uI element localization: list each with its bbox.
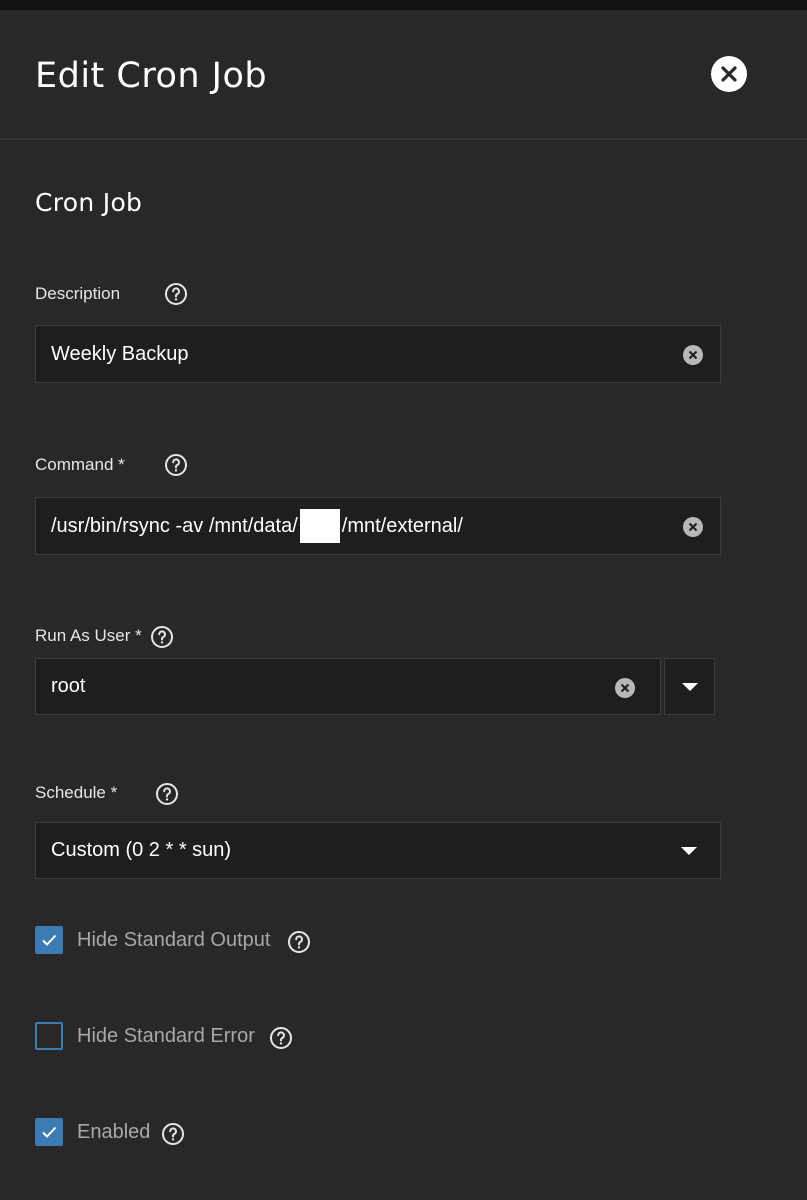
run-as-user-dropdown-button[interactable] [664, 658, 715, 715]
enabled-checkbox[interactable] [35, 1118, 63, 1146]
description-value: Weekly Backup [51, 342, 189, 365]
hide-stdout-label: Hide Standard Output [77, 929, 271, 951]
help-icon[interactable] [164, 453, 188, 477]
close-button[interactable] [711, 56, 747, 92]
close-icon [721, 66, 737, 82]
clear-icon[interactable] [683, 345, 703, 365]
run-as-user-value: root [51, 675, 86, 697]
help-icon[interactable] [161, 1122, 185, 1146]
command-value: /usr/bin/rsync -av /mnt/data/ /mnt/extern… [51, 498, 463, 554]
page-title: Edit Cron Job [35, 56, 268, 96]
enabled-label: Enabled [77, 1121, 151, 1143]
hide-stdout-checkbox[interactable] [35, 926, 63, 954]
hide-stderr-label: Hide Standard Error [77, 1025, 255, 1047]
check-icon [42, 1126, 57, 1138]
clear-icon[interactable] [615, 678, 635, 698]
command-value-start: /usr/bin/rsync -av /mnt/data/ [51, 514, 298, 537]
run-as-user-input[interactable]: root [35, 658, 661, 715]
command-label: Command * [35, 455, 125, 474]
help-icon[interactable] [287, 930, 311, 954]
clear-icon[interactable] [683, 517, 703, 537]
description-label: Description [35, 284, 121, 303]
schedule-value: Custom (0 2 * * sun) [51, 839, 232, 861]
hide-stderr-checkbox[interactable] [35, 1022, 63, 1050]
section-title: Cron Job [35, 188, 143, 217]
description-field[interactable]: Weekly Backup [35, 325, 721, 383]
chevron-down-icon [682, 683, 698, 691]
schedule-select[interactable]: Custom (0 2 * * sun) [35, 822, 721, 879]
top-bar [0, 0, 807, 10]
run-as-user-label: Run As User * [35, 626, 142, 645]
redacted-block [299, 509, 340, 543]
command-value-end: /mnt/external/ [341, 514, 463, 537]
help-icon[interactable] [155, 782, 179, 806]
help-icon[interactable] [150, 625, 174, 649]
schedule-label: Schedule * [35, 783, 118, 802]
help-icon[interactable] [269, 1026, 293, 1050]
dialog-header: Edit Cron Job [0, 10, 807, 140]
chevron-down-icon [681, 847, 697, 855]
help-icon[interactable] [164, 282, 188, 306]
command-field[interactable]: /usr/bin/rsync -av /mnt/data/ /mnt/extern… [35, 497, 721, 555]
check-icon [42, 934, 57, 946]
